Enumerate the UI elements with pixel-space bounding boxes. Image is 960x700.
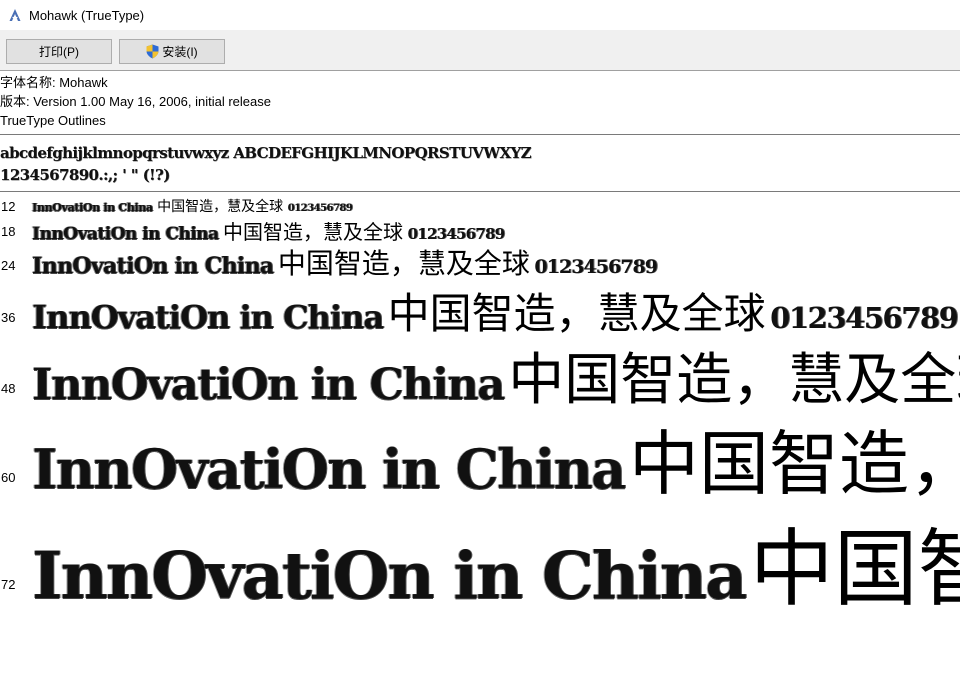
install-button-label: 安装(I) — [162, 45, 198, 59]
sample-digits: 0123456789 — [534, 256, 658, 278]
sample-text: InnOvatiOn in China 中国智造，慧及全球 0123456789 — [32, 196, 353, 216]
sample-text: InnOvatiOn in China 中国智造，慧及全球 0123456789 — [32, 335, 960, 405]
sample-cjk: 中国智造，慧及全球 — [277, 247, 530, 280]
sample-latin: InnOvatiOn in China — [32, 360, 505, 405]
sample-row-12: 12 InnOvatiOn in China 中国智造，慧及全球 0123456… — [0, 194, 960, 216]
sample-row-48: 48 InnOvatiOn in China 中国智造，慧及全球 0123456… — [0, 335, 960, 405]
sample-row-72: 72 InnOvatiOn in China 中国智造，慧及全球 0123456… — [0, 502, 960, 612]
sample-latin: InnOvatiOn in China — [32, 298, 384, 336]
font-info: 字体名称: Mohawk 版本: Version 1.00 May 16, 20… — [0, 73, 271, 130]
size-label: 60 — [1, 470, 16, 485]
font-version: 版本: Version 1.00 May 16, 2006, initial r… — [0, 94, 271, 109]
sample-digits: 0123456789 — [770, 301, 959, 335]
toolbar: 打印(P) 安装(I) — [0, 30, 960, 71]
sample-latin: InnOvatiOn in China — [32, 253, 274, 279]
title-bar: Mohawk (TrueType) — [0, 0, 960, 30]
sample-row-24: 24 InnOvatiOn in China 中国智造，慧及全球 0123456… — [0, 241, 960, 281]
window-title: Mohawk (TrueType) — [29, 7, 145, 23]
sample-latin: InnOvatiOn in China — [32, 201, 153, 214]
sample-row-60: 60 InnOvatiOn in China 中国智造，慧及全球 0123456… — [0, 408, 960, 500]
print-button[interactable]: 打印(P) — [6, 39, 112, 64]
uac-shield-icon — [146, 44, 159, 59]
sample-cjk: 中国智造，慧及全球 — [749, 520, 960, 612]
sample-text: InnOvatiOn in China 中国智造，慧及全球 0123456789 — [32, 502, 960, 612]
size-label: 12 — [1, 199, 16, 214]
sample-digits: 0123456789 — [287, 203, 353, 214]
sample-row-36: 36 InnOvatiOn in China 中国智造，慧及全球 0123456… — [0, 280, 960, 336]
sample-text: InnOvatiOn in China 中国智造，慧及全球 0123456789 — [32, 216, 505, 244]
sample-text: InnOvatiOn in China 中国智造，慧及全球 0123456789 — [32, 242, 658, 281]
divider — [0, 134, 960, 135]
size-label: 24 — [1, 258, 16, 273]
divider — [0, 191, 960, 192]
size-label: 72 — [1, 577, 16, 592]
font-outline-type: TrueType Outlines — [0, 113, 106, 128]
charset-sample: abcdefghijklmnopqrstuvwxyz ABCDEFGHIJKLM… — [0, 142, 532, 186]
sample-text: InnOvatiOn in China 中国智造，慧及全球 0123456789 — [32, 408, 960, 500]
charset-letters: abcdefghijklmnopqrstuvwxyz ABCDEFGHIJKLM… — [0, 144, 532, 162]
sample-text: InnOvatiOn in China 中国智造，慧及全球 0123456789 — [32, 280, 959, 336]
size-label: 48 — [1, 381, 16, 396]
sample-cjk: 中国智造，慧及全球 — [629, 423, 960, 500]
sample-cjk: 中国智造，慧及全球 — [157, 199, 284, 215]
sample-row-18: 18 InnOvatiOn in China 中国智造，慧及全球 0123456… — [0, 214, 960, 244]
size-label: 36 — [1, 310, 16, 325]
sample-cjk: 中国智造，慧及全球 — [508, 348, 960, 405]
sample-latin: InnOvatiOn in China — [32, 538, 747, 612]
font-viewer-icon — [9, 9, 21, 21]
size-label: 18 — [1, 224, 16, 239]
sample-latin: InnOvatiOn in China — [32, 437, 626, 500]
charset-digits-punctuation: 1234567890.:,; ' " (!?) — [0, 166, 170, 184]
font-name: 字体名称: Mohawk — [0, 75, 108, 90]
install-button[interactable]: 安装(I) — [119, 39, 225, 64]
print-button-label: 打印(P) — [39, 45, 79, 59]
sample-cjk: 中国智造，慧及全球 — [387, 289, 766, 336]
